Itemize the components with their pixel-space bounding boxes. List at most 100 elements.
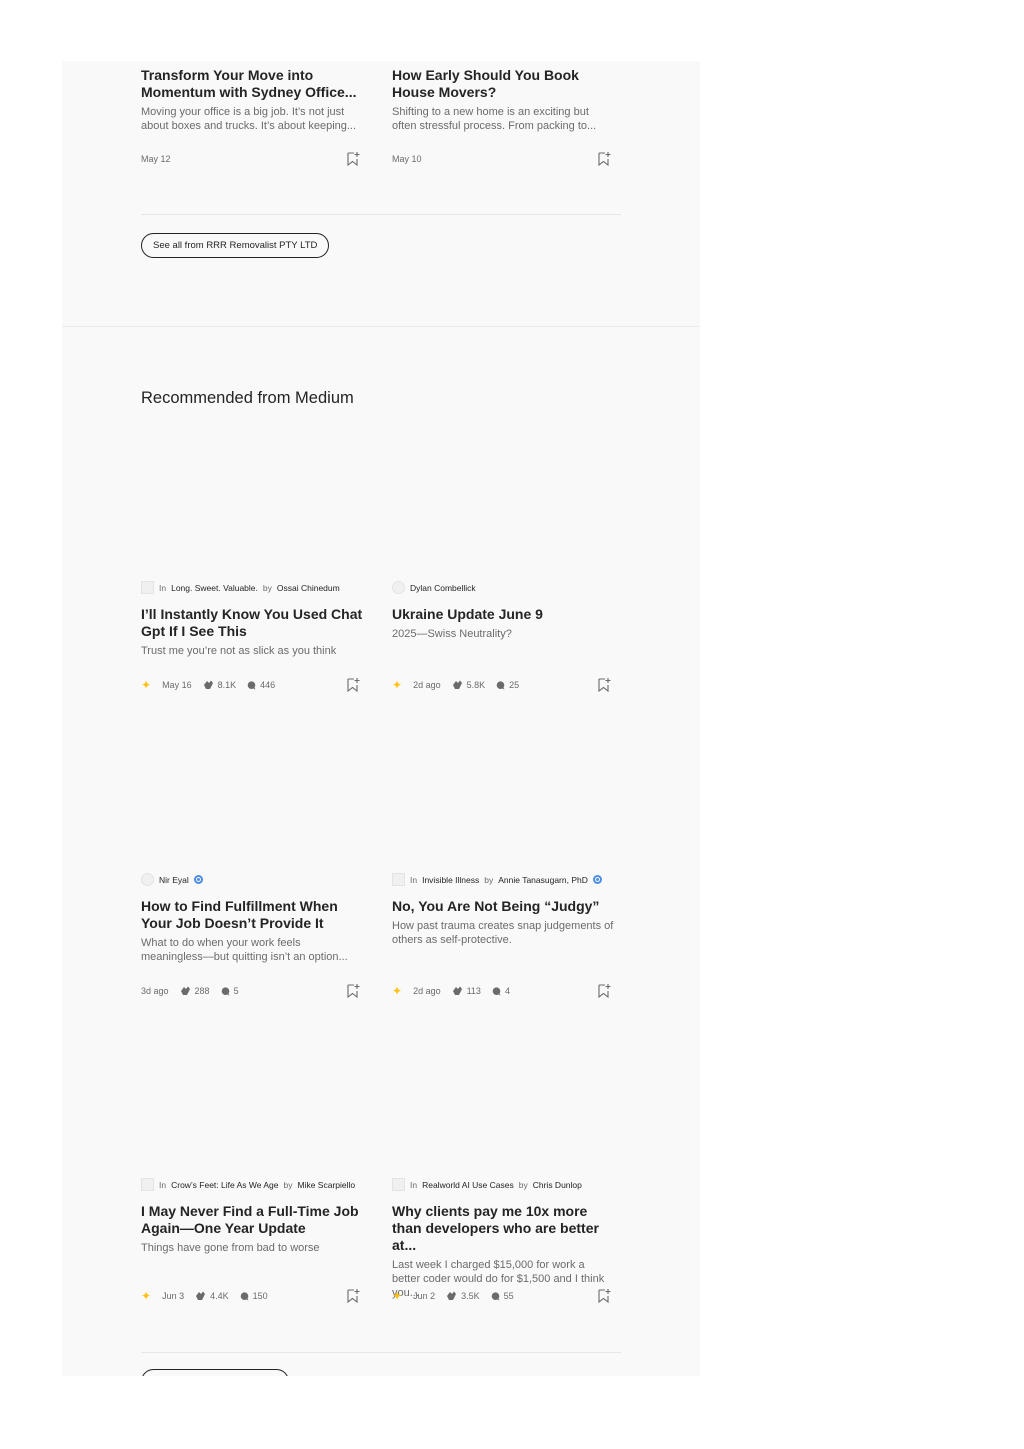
- bookmark-icon[interactable]: [346, 677, 360, 692]
- article-subtitle: Trust me you’re not as slick as you thin…: [141, 645, 337, 657]
- publication-byline: In Realworld AI Use Cases by Chris Dunlo…: [392, 1178, 582, 1191]
- publication-name[interactable]: Long. Sweet. Valuable.: [171, 583, 258, 593]
- article-date: 2d ago: [413, 986, 441, 996]
- comments[interactable]: 5: [221, 986, 239, 996]
- comment-icon: [247, 680, 256, 690]
- article-meta: ✦ Jun 2 3.5K 55: [392, 1290, 514, 1302]
- publication-avatar[interactable]: [392, 1178, 405, 1191]
- comment-icon: [221, 986, 230, 996]
- author-name[interactable]: Chris Dunlop: [533, 1180, 582, 1190]
- article-date: May 16: [162, 680, 192, 690]
- publication-name[interactable]: Crow’s Feet: Life As We Age: [171, 1180, 278, 1190]
- comments[interactable]: 55: [491, 1291, 514, 1301]
- author-avatar[interactable]: [141, 873, 154, 886]
- article-subtitle: Shifting to a new home is an exciting bu…: [392, 106, 597, 132]
- author-byline: Nir Eyal: [141, 873, 203, 886]
- clap-count: 3.5K: [461, 1291, 480, 1301]
- bookmark-icon[interactable]: [597, 677, 611, 692]
- claps[interactable]: 113: [452, 986, 481, 996]
- article-card[interactable]: I May Never Find a Full-Time Job Again—O…: [141, 1203, 363, 1255]
- bookmark-icon[interactable]: [346, 151, 360, 166]
- article-subtitle: Moving your office is a big job. It’s no…: [141, 106, 357, 132]
- article-title[interactable]: How to Find Fulfillment When Your Job Do…: [141, 898, 363, 932]
- article-meta: ✦ 2d ago 113 4: [392, 985, 510, 997]
- comment-icon: [496, 680, 505, 690]
- article-title[interactable]: Ukraine Update June 9: [392, 606, 614, 623]
- article-title[interactable]: Transform Your Move into Momentum with S…: [141, 67, 363, 101]
- bookmark-icon[interactable]: [597, 1288, 611, 1303]
- claps[interactable]: 8.1K: [203, 680, 236, 690]
- article-subtitle: 2025—Swiss Neutrality?: [392, 628, 512, 640]
- claps[interactable]: 288: [180, 986, 210, 996]
- article-title[interactable]: I May Never Find a Full-Time Job Again—O…: [141, 1203, 363, 1237]
- clap-count: 4.4K: [210, 1291, 229, 1301]
- article-card[interactable]: Transform Your Move into Momentum with S…: [141, 67, 363, 133]
- clap-icon: [452, 680, 462, 689]
- claps[interactable]: 3.5K: [446, 1291, 480, 1301]
- section-divider: [62, 326, 700, 327]
- recommended-heading: Recommended from Medium: [141, 389, 354, 407]
- article-title[interactable]: No, You Are Not Being “Judgy”: [392, 898, 614, 915]
- article-title[interactable]: Why clients pay me 10x more than develop…: [392, 1203, 614, 1254]
- publication-name[interactable]: Realworld AI Use Cases: [422, 1180, 514, 1190]
- author-name[interactable]: Annie Tanasugarn, PhD: [498, 875, 588, 885]
- member-star-icon: ✦: [392, 677, 403, 692]
- member-star-icon: ✦: [141, 1288, 152, 1303]
- article-card[interactable]: No, You Are Not Being “Judgy” How past t…: [392, 898, 614, 947]
- comments[interactable]: 4: [492, 986, 510, 996]
- article-card[interactable]: Ukraine Update June 9 2025—Swiss Neutral…: [392, 606, 614, 641]
- content-panel: Transform Your Move into Momentum with S…: [62, 61, 700, 1376]
- article-date: Jun 2: [413, 1291, 436, 1301]
- publication-avatar[interactable]: [141, 581, 154, 594]
- article-card[interactable]: How to Find Fulfillment When Your Job Do…: [141, 898, 363, 964]
- article-date: May 10: [392, 154, 422, 164]
- publication-avatar[interactable]: [141, 1178, 154, 1191]
- article-date: 3d ago: [141, 986, 169, 996]
- comments[interactable]: 25: [496, 680, 519, 690]
- article-title[interactable]: How Early Should You Book House Movers?: [392, 67, 614, 101]
- comment-icon: [240, 1291, 249, 1301]
- bookmark-icon[interactable]: [346, 983, 360, 998]
- clap-icon: [196, 1291, 206, 1300]
- comment-count: 446: [260, 680, 276, 690]
- clap-count: 5.8K: [466, 680, 486, 690]
- publication-name[interactable]: Invisible Illness: [422, 875, 479, 885]
- see-more-recommendations-button[interactable]: [141, 1369, 289, 1376]
- article-card[interactable]: I’ll Instantly Know You Used Chat Gpt If…: [141, 606, 363, 658]
- bookmark-icon[interactable]: [346, 1288, 360, 1303]
- bookmark-icon[interactable]: [597, 151, 611, 166]
- article-card[interactable]: Why clients pay me 10x more than develop…: [392, 1203, 614, 1300]
- claps[interactable]: 5.8K: [452, 680, 486, 690]
- comment-icon: [492, 986, 501, 996]
- article-title[interactable]: I’ll Instantly Know You Used Chat Gpt If…: [141, 606, 363, 640]
- publication-byline: In Long. Sweet. Valuable. by Ossai Chine…: [141, 581, 340, 594]
- comments[interactable]: 446: [247, 680, 275, 690]
- author-name[interactable]: Dylan Combellick: [410, 583, 476, 593]
- author-name[interactable]: Mike Scarpiello: [297, 1180, 355, 1190]
- clap-icon: [180, 986, 190, 995]
- article-date: 2d ago: [413, 680, 441, 690]
- see-all-button[interactable]: See all from RRR Removalist PTY LTD: [141, 233, 330, 258]
- divider: [141, 1352, 621, 1353]
- article-subtitle: What to do when your work feels meaningl…: [141, 937, 348, 963]
- publication-byline: In Crow’s Feet: Life As We Age by Mike S…: [141, 1178, 355, 1191]
- article-meta: ✦ Jun 3 4.4K 150: [141, 1288, 268, 1303]
- claps[interactable]: 4.4K: [195, 1291, 229, 1301]
- comments[interactable]: 150: [240, 1291, 268, 1301]
- comment-count: 55: [503, 1291, 514, 1301]
- article-meta: ✦ 2d ago 5.8K 25: [392, 677, 519, 692]
- clap-count: 113: [466, 986, 481, 996]
- author-avatar[interactable]: [392, 581, 405, 594]
- comment-count: 25: [509, 680, 520, 690]
- publication-avatar[interactable]: [392, 873, 405, 886]
- article-card[interactable]: How Early Should You Book House Movers? …: [392, 67, 614, 133]
- author-name[interactable]: Nir Eyal: [159, 875, 189, 885]
- clap-icon: [203, 680, 213, 689]
- author-name[interactable]: Ossai Chinedum: [277, 583, 340, 593]
- clap-icon: [452, 986, 462, 995]
- article-date: May 12: [141, 154, 171, 164]
- verified-badge-icon: [193, 875, 203, 884]
- clap-count: 288: [194, 986, 210, 996]
- article-subtitle: Things have gone from bad to worse: [141, 1242, 320, 1254]
- bookmark-icon[interactable]: [597, 983, 611, 998]
